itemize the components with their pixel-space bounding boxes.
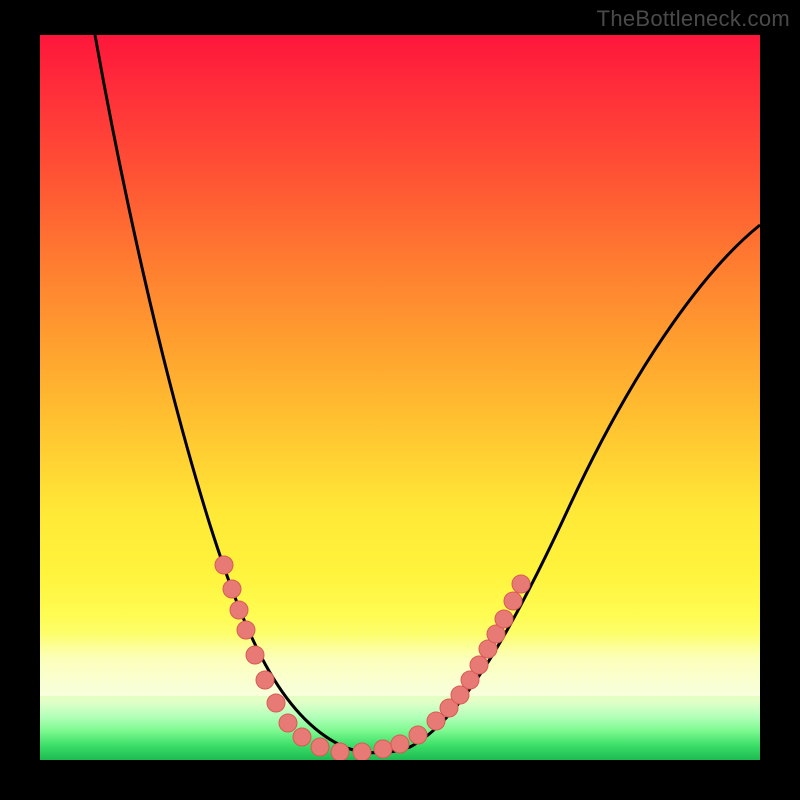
data-point-dot (256, 671, 274, 689)
chart-frame: TheBottleneck.com (0, 0, 800, 800)
data-point-dot (230, 601, 248, 619)
data-point-dot (470, 656, 488, 674)
data-point-dot (293, 728, 311, 746)
data-point-dot (512, 575, 530, 593)
plot-area (40, 35, 760, 760)
data-point-dot (440, 699, 458, 717)
data-point-dot (409, 726, 427, 744)
data-point-dot (391, 735, 409, 753)
watermark-text: TheBottleneck.com (597, 6, 790, 32)
data-point-dot (353, 743, 371, 760)
pale-band (40, 634, 760, 696)
dots-layer (40, 35, 760, 760)
data-point-dot (461, 671, 479, 689)
data-point-dot (279, 714, 297, 732)
data-point-dot (311, 738, 329, 756)
data-point-dot (267, 694, 285, 712)
data-point-dot (237, 621, 255, 639)
curve-layer (40, 35, 760, 760)
data-point-dot (479, 640, 497, 658)
data-point-dot (223, 580, 241, 598)
bottleneck-curve (95, 35, 760, 753)
data-point-dot (215, 556, 233, 574)
data-point-dot (331, 743, 349, 760)
data-point-dot (487, 625, 505, 643)
data-point-dot (451, 686, 469, 704)
data-point-dot (504, 592, 522, 610)
data-point-dot (495, 610, 513, 628)
data-point-dot (427, 712, 445, 730)
data-point-dot (374, 740, 392, 758)
data-point-dot (246, 646, 264, 664)
